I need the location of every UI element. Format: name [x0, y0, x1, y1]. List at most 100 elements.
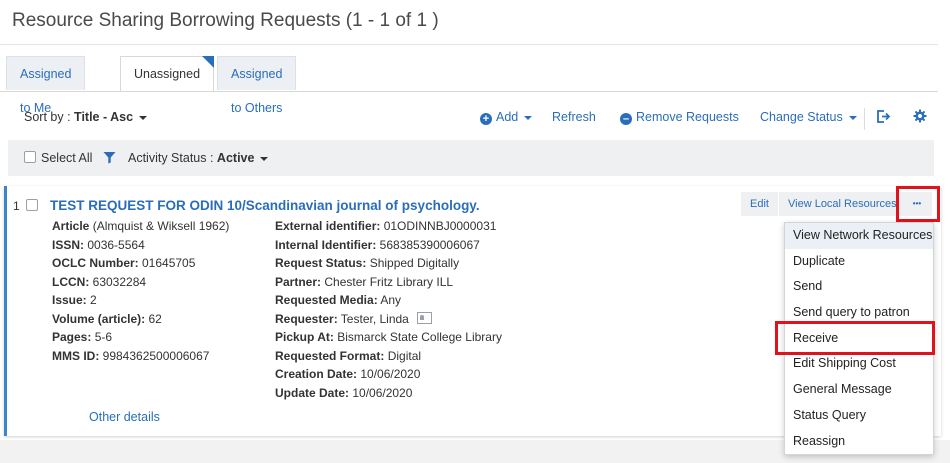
detail-row: Requested Format: Digital: [275, 347, 502, 366]
chevron-down-icon: [260, 156, 269, 161]
menu-item-view-network-resources[interactable]: View Network Resources: [785, 223, 933, 249]
detail-value: 0036-5564: [84, 237, 145, 252]
detail-value: Digital: [384, 348, 422, 363]
detail-row: OCLC Number: 01645705: [52, 254, 229, 273]
select-all-label: Select All: [41, 151, 93, 165]
detail-key: Pickup At:: [275, 330, 334, 344]
change-status-label: Change Status: [760, 110, 843, 124]
sort-dropdown[interactable]: Sort by : Title - Asc: [24, 110, 148, 124]
detail-key: Requester:: [275, 311, 338, 326]
menu-item-status-query[interactable]: Status Query: [785, 403, 933, 429]
tab-unassigned[interactable]: Unassigned: [120, 56, 215, 92]
detail-row: Volume (article): 62: [52, 310, 229, 329]
detail-row: Article (Almquist & Wiksell 1962): [52, 217, 229, 236]
detail-key: External identifier:: [275, 219, 381, 233]
filter-bar: Select All Activity Status : Active: [8, 140, 934, 176]
filter-icon[interactable]: [103, 151, 116, 167]
detail-row: Pages: 5-6: [52, 328, 229, 347]
detail-row: External identifier: 01ODINNBJ0000031: [275, 217, 502, 236]
divider: [0, 44, 938, 45]
menu-item-duplicate[interactable]: Duplicate: [785, 249, 933, 275]
detail-value: Shipped Digitally: [366, 256, 460, 270]
detail-row: Requested Media: Any: [275, 291, 502, 310]
tab-assigned-to-others[interactable]: Assigned to Others: [217, 56, 297, 115]
tab-corner-flag-icon: [202, 56, 215, 68]
detail-value: Chester Fritz Library ILL: [321, 274, 454, 289]
detail-key: Creation Date:: [275, 367, 358, 381]
page-title: Resource Sharing Borrowing Requests (1 -…: [12, 10, 439, 31]
detail-row: Issue: 2: [52, 291, 229, 310]
detail-value: Any: [377, 293, 402, 307]
row-checkbox[interactable]: [26, 199, 38, 211]
minus-icon: –: [620, 113, 632, 125]
sort-prefix: Sort by :: [24, 110, 75, 124]
chevron-down-icon: [524, 115, 533, 120]
detail-row: Creation Date: 10/06/2020: [275, 365, 502, 384]
menu-item-general-message[interactable]: General Message: [785, 377, 933, 403]
detail-key: ISSN:: [52, 237, 85, 252]
highlight-box-receive: [775, 321, 935, 355]
detail-value: (Almquist & Wiksell 1962): [89, 219, 230, 233]
toolbar: Sort by : Title - Asc + Add Refresh – Remo…: [0, 106, 938, 130]
detail-row: Pickup At: Bismarck State College Librar…: [275, 328, 502, 347]
detail-value: 10/06/2020: [349, 385, 413, 400]
detail-row: Internal Identifier: 568385390006067: [275, 236, 502, 255]
menu-item-send[interactable]: Send: [785, 274, 933, 300]
menu-item-reassign[interactable]: Reassign: [785, 429, 933, 455]
detail-row: Partner: Chester Fritz Library ILL: [275, 273, 502, 292]
select-all-checkbox[interactable]: [24, 151, 36, 163]
detail-key: OCLC Number:: [52, 256, 139, 270]
detail-value: 62: [145, 311, 162, 326]
menu-item-edit-shipping-cost[interactable]: Edit Shipping Cost: [785, 351, 933, 377]
plus-icon: +: [480, 113, 492, 125]
detail-row: Request Status: Shipped Digitally: [275, 254, 502, 273]
tab-assigned-to-me[interactable]: Assigned to Me: [6, 56, 86, 115]
highlight-box-more-actions: [896, 186, 940, 222]
row-index: 1: [13, 199, 20, 213]
other-details-link[interactable]: Other details: [89, 410, 160, 424]
export-icon[interactable]: [876, 109, 891, 127]
change-status-dropdown[interactable]: Change Status: [760, 110, 857, 124]
detail-value: 01645705: [138, 256, 196, 270]
chevron-down-icon: [848, 115, 857, 120]
detail-value: Tester, Linda: [337, 311, 409, 326]
activity-status-dropdown[interactable]: Activity Status : Active: [128, 151, 269, 165]
detail-value: 10/06/2020: [357, 367, 421, 381]
remove-requests-button[interactable]: – Remove Requests: [620, 110, 739, 125]
detail-key: Requested Media:: [275, 293, 378, 307]
detail-value: Bismarck State College Library: [333, 330, 502, 344]
contact-card-icon[interactable]: [417, 311, 433, 324]
edit-button[interactable]: Edit: [741, 192, 778, 216]
view-local-resources-button[interactable]: View Local Resources: [779, 192, 906, 216]
add-button[interactable]: + Add: [480, 110, 533, 125]
detail-key: Article: [52, 219, 90, 233]
detail-key: Requested Format:: [275, 348, 385, 363]
detail-row: MMS ID: 9984362500006067: [52, 347, 229, 366]
detail-key: Request Status:: [275, 256, 367, 270]
detail-key: Issue:: [52, 293, 87, 307]
divider: [0, 91, 938, 92]
remove-label: Remove Requests: [636, 110, 739, 124]
details-column-right: External identifier: 01ODINNBJ0000031 In…: [275, 217, 502, 402]
activity-prefix: Activity Status :: [128, 151, 217, 165]
details-column-left: Article (Almquist & Wiksell 1962) ISSN: …: [52, 217, 229, 365]
add-label: Add: [496, 110, 519, 124]
detail-key: Pages:: [52, 330, 92, 344]
request-title-link[interactable]: TEST REQUEST FOR ODIN 10/Scandinavian jo…: [50, 198, 480, 213]
detail-value: 63032284: [89, 274, 147, 289]
divider: [864, 108, 865, 130]
gear-icon[interactable]: [913, 109, 927, 126]
detail-value: 9984362500006067: [99, 348, 210, 363]
detail-row: Update Date: 10/06/2020: [275, 384, 502, 403]
tab-label: Unassigned: [134, 67, 201, 81]
refresh-button[interactable]: Refresh: [552, 110, 596, 124]
detail-row: ISSN: 0036-5564: [52, 236, 229, 255]
detail-key: Internal Identifier:: [275, 237, 377, 252]
detail-row: Requester: Tester, Linda: [275, 310, 502, 329]
detail-key: LCCN:: [52, 274, 90, 289]
detail-row: LCCN: 63032284: [52, 273, 229, 292]
detail-key: Update Date:: [275, 385, 350, 400]
detail-value: 568385390006067: [376, 237, 480, 252]
detail-value: 01ODINNBJ0000031: [380, 219, 497, 233]
detail-key: Partner:: [275, 274, 322, 289]
